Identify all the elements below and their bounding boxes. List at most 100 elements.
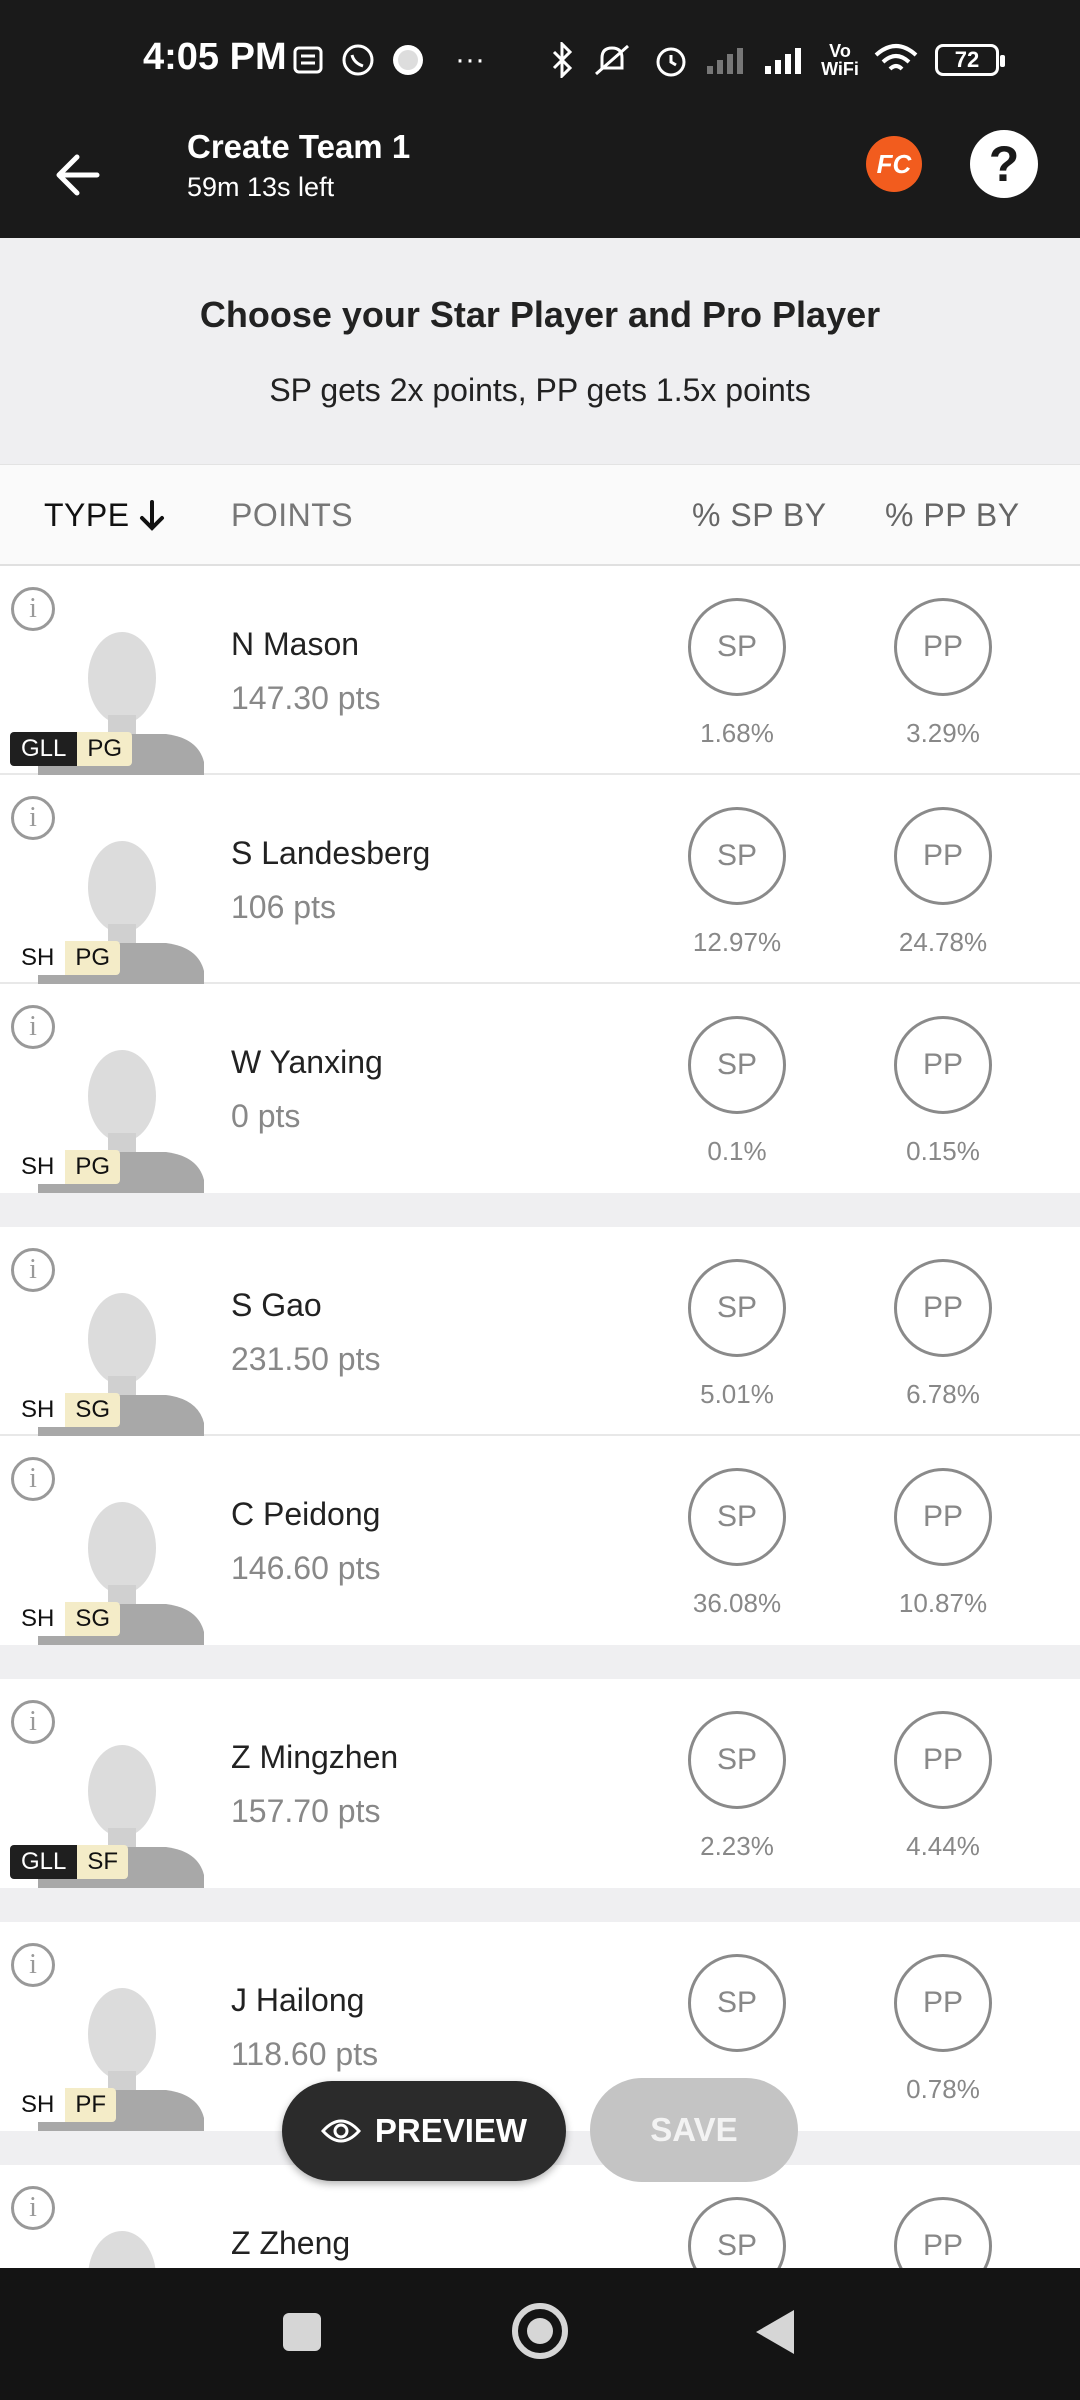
message-icon bbox=[290, 40, 326, 80]
position-badge: SG bbox=[65, 1602, 121, 1636]
sort-by-type[interactable]: TYPE bbox=[44, 497, 166, 534]
pp-button[interactable]: PP bbox=[894, 1016, 992, 1114]
position-badge: SF bbox=[77, 1845, 129, 1879]
team-badge: GLL bbox=[10, 732, 78, 766]
sort-by-sp[interactable]: % SP BY bbox=[692, 497, 827, 534]
player-row[interactable]: i SH SG S Gao 231.50 pts SP 5.01% PP 6.7… bbox=[0, 1227, 1080, 1436]
table-header: TYPE POINTS % SP BY % PP BY bbox=[0, 464, 1080, 566]
wifi-icon bbox=[872, 40, 920, 80]
sp-button[interactable]: SP bbox=[688, 598, 786, 696]
help-button[interactable]: ? bbox=[970, 130, 1038, 198]
back-button[interactable] bbox=[40, 138, 114, 212]
sp-button[interactable]: SP bbox=[688, 1711, 786, 1809]
sp-button[interactable]: SP bbox=[688, 1016, 786, 1114]
player-name: Z Mingzhen bbox=[231, 1739, 399, 1775]
more-icon: ··· bbox=[455, 43, 485, 76]
pp-percent: 0.78% bbox=[906, 2074, 980, 2104]
sort-by-points[interactable]: POINTS bbox=[231, 497, 353, 534]
pp-button[interactable]: PP bbox=[894, 807, 992, 905]
sp-button[interactable]: SP bbox=[688, 807, 786, 905]
sort-by-pp[interactable]: % PP BY bbox=[885, 497, 1020, 534]
player-points: 157.70 pts bbox=[231, 1793, 381, 1829]
bluetooth-icon bbox=[548, 40, 576, 80]
player-points: 231.50 pts bbox=[231, 1341, 381, 1377]
record-icon bbox=[388, 40, 428, 80]
position-badge: SG bbox=[65, 1393, 121, 1427]
sp-button[interactable]: SP bbox=[688, 1468, 786, 1566]
pp-button[interactable]: PP bbox=[894, 1954, 992, 2052]
player-row[interactable]: i SH SG C Peidong 146.60 pts SP 36.08% P… bbox=[0, 1436, 1080, 1645]
preview-button[interactable]: PREVIEW bbox=[282, 2081, 566, 2181]
signal-icon bbox=[763, 40, 807, 80]
sp-percent: 5.01% bbox=[700, 1379, 774, 1409]
signal-icon bbox=[705, 40, 749, 80]
pp-button[interactable]: PP bbox=[894, 1259, 992, 1357]
fc-logo[interactable]: FC bbox=[866, 136, 922, 192]
alarm-icon bbox=[650, 40, 692, 80]
instructions-title: Choose your Star Player and Pro Player bbox=[199, 294, 881, 335]
player-points: 147.30 pts bbox=[231, 680, 381, 716]
pp-percent: 0.15% bbox=[906, 1136, 980, 1166]
player-tags: SH SG bbox=[10, 1602, 121, 1636]
sp-percent: 36.08% bbox=[692, 1588, 782, 1618]
sp-button[interactable]: SP bbox=[688, 1259, 786, 1357]
team-badge: SH bbox=[10, 1150, 66, 1184]
recents-button[interactable] bbox=[283, 2313, 321, 2351]
player-row[interactable]: i GLL PG N Mason 147.30 pts SP 1.68% PP … bbox=[0, 566, 1080, 775]
vowifi-icon: Vo WiFi bbox=[821, 41, 859, 79]
player-tags: SH PG bbox=[10, 941, 121, 975]
position-badge: PG bbox=[77, 732, 133, 766]
pp-percent: 24.78% bbox=[898, 927, 988, 957]
group-divider bbox=[0, 1193, 1080, 1227]
status-time: 4:05 PM bbox=[143, 36, 287, 78]
player-name: N Mason bbox=[231, 626, 360, 662]
player-name: W Yanxing bbox=[231, 1044, 383, 1080]
pp-button[interactable]: PP bbox=[894, 598, 992, 696]
player-tags: SH PF bbox=[10, 2088, 117, 2122]
battery-icon: 72 bbox=[935, 44, 1005, 76]
instructions-subtitle: SP gets 2x points, PP gets 1.5x points bbox=[269, 372, 811, 408]
player-row[interactable]: i SH PG W Yanxing 0 pts SP 0.1% PP 0.15% bbox=[0, 984, 1080, 1193]
sp-percent: 12.97% bbox=[692, 927, 782, 957]
group-divider bbox=[0, 1645, 1080, 1679]
player-points: 106 pts bbox=[231, 889, 336, 925]
preview-label: PREVIEW bbox=[374, 2112, 528, 2149]
position-badge: PG bbox=[65, 941, 121, 975]
eye-icon bbox=[320, 2119, 361, 2143]
arrow-down-icon bbox=[139, 499, 164, 531]
pp-percent: 3.29% bbox=[906, 718, 980, 748]
whatsapp-icon bbox=[338, 40, 378, 80]
team-badge: SH bbox=[10, 941, 66, 975]
player-name: Z Zheng bbox=[231, 2225, 351, 2261]
player-tags: SH PG bbox=[10, 1150, 121, 1184]
player-tags: SH SG bbox=[10, 1393, 121, 1427]
player-tags: GLL SF bbox=[10, 1845, 129, 1879]
pp-percent: 4.44% bbox=[906, 1831, 980, 1861]
player-points: 146.60 pts bbox=[231, 1550, 381, 1586]
pp-button[interactable]: PP bbox=[894, 1711, 992, 1809]
home-icon bbox=[527, 2318, 553, 2344]
app-header: Create Team 1 59m 13s left FC ? bbox=[0, 120, 1080, 238]
player-name: J Hailong bbox=[231, 1982, 365, 2018]
player-name: C Peidong bbox=[231, 1496, 381, 1532]
player-row[interactable]: i SH PG S Landesberg 106 pts SP 12.97% P… bbox=[0, 775, 1080, 984]
position-badge: PG bbox=[65, 1150, 121, 1184]
type-header-label: TYPE bbox=[44, 497, 130, 533]
position-badge: PF bbox=[65, 2088, 117, 2122]
sp-percent: 1.68% bbox=[700, 718, 774, 748]
time-left: 59m 13s left bbox=[187, 172, 335, 202]
sp-percent: 0.1% bbox=[707, 1136, 767, 1166]
home-button[interactable] bbox=[512, 2303, 568, 2359]
team-badge: GLL bbox=[10, 1845, 78, 1879]
player-tags: GLL PG bbox=[10, 732, 133, 766]
player-name: S Gao bbox=[231, 1287, 322, 1323]
team-badge: SH bbox=[10, 2088, 66, 2122]
back-nav-button[interactable] bbox=[756, 2310, 794, 2354]
pp-percent: 6.78% bbox=[906, 1379, 980, 1409]
pp-percent: 10.87% bbox=[898, 1588, 988, 1618]
status-bar: 4:05 PM ··· Vo WiFi 72 bbox=[0, 0, 1080, 120]
save-button[interactable]: SAVE bbox=[590, 2078, 798, 2182]
player-row[interactable]: i GLL SF Z Mingzhen 157.70 pts SP 2.23% … bbox=[0, 1679, 1080, 1888]
pp-button[interactable]: PP bbox=[894, 1468, 992, 1566]
sp-button[interactable]: SP bbox=[688, 1954, 786, 2052]
